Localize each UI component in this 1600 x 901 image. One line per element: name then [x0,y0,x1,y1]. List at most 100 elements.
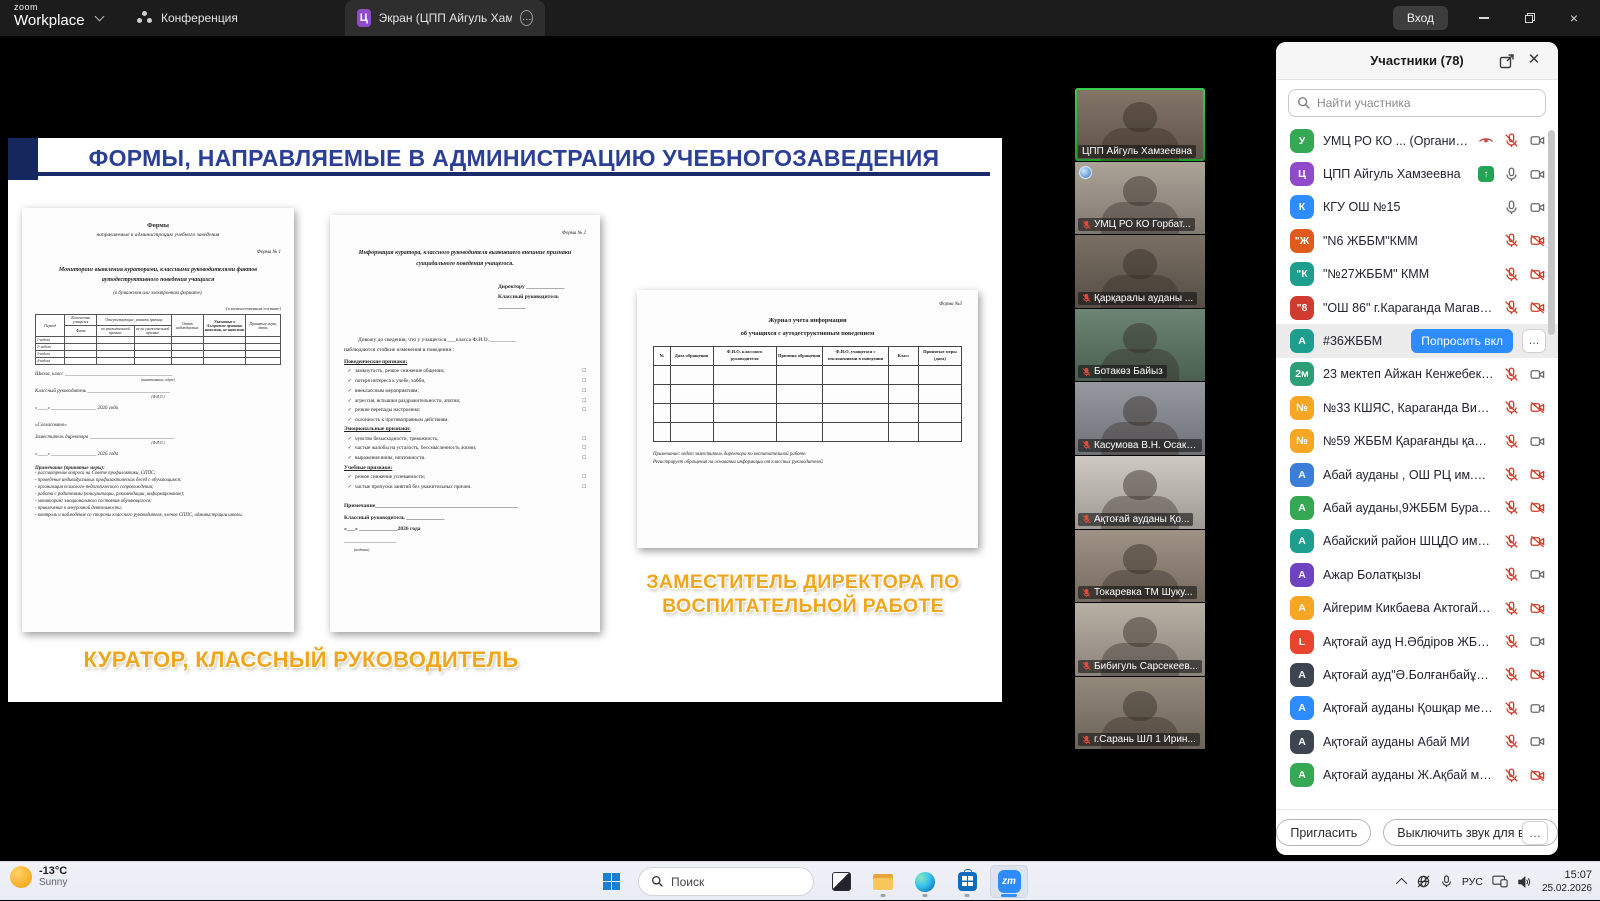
video-tile[interactable]: Касумова В.Н. Осака... [1075,382,1205,455]
weather-condition: Sunny [39,877,67,888]
avatar: А [1290,763,1314,787]
participant-row[interactable]: № №33 КШЯС, Караганда Витвицкая [1276,391,1558,424]
restore-button[interactable] [1510,0,1550,36]
checklist-line: ✓ выражения вины, ничтожности. □ [344,454,586,464]
video-tile[interactable]: УМЦ РО КО Горбат... [1075,162,1205,235]
ask-unmute-button[interactable]: Попросить вкл [1411,329,1513,353]
checkbox-glyph: □ [578,444,586,454]
hidden-icons-chevron[interactable] [1396,877,1407,888]
participant-row[interactable]: № №59 ЖББМ Қарағанды қаласы Би... [1276,425,1558,458]
participant-name: "ОШ 86" г.Караганда Магавьянов... [1323,301,1494,315]
mic-icon [1503,733,1520,750]
chevron-down-icon[interactable] [95,12,105,22]
microphone-icon[interactable] [1440,875,1453,888]
avatar: № [1290,429,1314,453]
video-tile[interactable]: Бибигуль Сарсекеев... [1075,603,1205,676]
video-tile[interactable]: Токаревка ТМ Шуку... [1075,530,1205,603]
avatar: А [1290,529,1314,553]
start-button[interactable] [592,865,630,898]
mic-icon [1503,166,1520,183]
participants-list: У УМЦ РО КО ... (Организатор, я) [1276,122,1558,809]
clock[interactable]: 15:07 25.02.2026 [1542,868,1592,895]
form2-director-line: Директору ______________ [498,282,586,292]
close-button[interactable]: × [1554,0,1594,36]
minimize-button[interactable] [1464,0,1504,36]
participant-row[interactable]: "8 "ОШ 86" г.Караганда Магавьянов... [1276,291,1558,324]
video-name-label: г.Сарань ШЛ 1 Ирин... [1078,733,1200,746]
popout-icon[interactable] [1498,52,1516,70]
video-tile[interactable]: Ботакөз Байыз [1075,309,1205,382]
mic-icon [1503,132,1520,149]
checklist-line: Учебные признаки: [344,464,586,473]
weather-widget[interactable]: -13°C Sunny [10,865,67,888]
tab-screen-share[interactable]: Ц Экран (ЦПП Айгуль Хамзеевна) … [345,0,545,36]
form1-subtitle: направляемые в администрацию учебного за… [35,232,281,238]
close-icon[interactable]: ✕ [1524,50,1544,70]
participant-row[interactable]: L Ақтоғай ауд Н.Әбдіров ЖББМ КМ... [1276,625,1558,658]
check-mark: ✓ [344,473,352,482]
network-icon[interactable] [1416,874,1431,889]
participant-row[interactable]: А Абай ауданы,9ЖББМ Буранова Ка... [1276,491,1558,524]
participant-more-button[interactable]: … [1522,329,1546,353]
participant-row[interactable]: А Ақтоғай ауданы Қошқар мектебі [1276,692,1558,725]
app-photos-icon[interactable] [822,865,860,898]
form1-title: Формы [35,222,281,229]
avatar: А [1290,730,1314,754]
participant-row[interactable]: А Ақтоғай ауданы Абай МИ [1276,725,1558,758]
tab-options-icon[interactable]: … [520,10,533,26]
participant-row[interactable]: А #36ЖББМ Попросить вкл … [1276,324,1558,357]
date: 25.02.2026 [1542,882,1592,895]
checklist-line: ✓ замкнутость, резкое снижение общения; … [344,367,586,377]
invite-button[interactable]: Пригласить [1276,819,1371,846]
footer-more-button[interactable]: … [1522,821,1548,845]
checklist-line: ✓ склонность к противоправным действиям. [344,416,586,425]
form1-deputy-line: Заместитель директора __________________… [35,435,281,440]
participant-row[interactable]: А Айгерим Кикбаева Актогайский ра... [1276,591,1558,624]
form1-date-line: «____» __________________ 2026 года [35,406,281,411]
tab-screen-label: Экран (ЦПП Айгуль Хамзеевна) [379,11,513,25]
camera-icon [1529,166,1546,183]
participant-row[interactable]: А Абайский район ШЦДО имени К.С... [1276,525,1558,558]
video-tile[interactable]: Ақтоғай ауданы Қо... [1075,456,1205,529]
camera-icon [1529,199,1546,216]
login-button[interactable]: Вход [1393,6,1448,30]
video-tile[interactable]: ЦПП Айгуль Хамзеевна [1075,88,1205,161]
form1-teacher-line: Классный руководитель __________________… [35,389,281,394]
participant-row[interactable]: А Ақтоғай ауд"Ә.Болғанбайұлы атын... [1276,658,1558,691]
camera-icon [1529,299,1546,316]
participant-row[interactable]: А Ақтоғай ауданы Ж.Ақбай мектебі [1276,758,1558,791]
camera-icon [1529,767,1546,784]
participant-row[interactable]: К КГУ ОШ №15 [1276,191,1558,224]
cast-icon[interactable] [1492,875,1508,888]
video-tile[interactable]: г.Сарань ШЛ 1 Ирин... [1075,677,1205,750]
participant-row[interactable]: Ц ЦПП Айгуль Хамзеевна [1276,157,1558,190]
participants-panel: Участники (78) ✕ У УМЦ РО КО ... (Органи… [1276,42,1558,855]
taskbar-search[interactable]: Поиск [638,867,814,896]
weather-icon [10,866,32,888]
search-input[interactable] [1288,89,1546,117]
tab-meeting[interactable]: Конференция [125,0,250,36]
avatar: А [1290,329,1314,353]
avatar: А [1290,563,1314,587]
video-tile[interactable]: Қарқаралы ауданы ... [1075,235,1205,308]
participant-row[interactable]: А Ажар Болатқызы [1276,558,1558,591]
participant-row[interactable]: 2м 23 мектеп Айжан Кенжебекқызы [1276,358,1558,391]
zoom-app-icon[interactable]: zm [990,865,1028,898]
edge-icon[interactable] [906,865,944,898]
speaker-icon[interactable] [1517,875,1531,889]
participant-row[interactable]: А Абай ауданы , ОШ РЦ им.Н.Абдир... [1276,458,1558,491]
form2-checklist: Поведенческие признаки: ✓ замкнутость, р… [344,358,586,493]
scrollbar[interactable] [1548,130,1555,809]
participant-name: Ақтоғай ауд"Ә.Болғанбайұлы атын... [1323,668,1494,682]
store-icon[interactable] [948,865,986,898]
participant-row[interactable]: "Ж "N6 ЖББМ"КММ [1276,224,1558,257]
avatar: К [1290,195,1314,219]
participant-row[interactable]: "К "№27ЖББМ" КММ [1276,258,1558,291]
mic-icon [1503,499,1520,516]
language-indicator[interactable]: РУС [1462,876,1483,888]
form3-table: № Дата обращения Ф.И.О. классного руково… [653,346,962,442]
windows-icon [603,873,620,890]
participant-row[interactable]: У УМЦ РО КО ... (Организатор, я) [1276,124,1558,157]
file-explorer-icon[interactable] [864,865,902,898]
avatar: 2м [1290,362,1314,386]
